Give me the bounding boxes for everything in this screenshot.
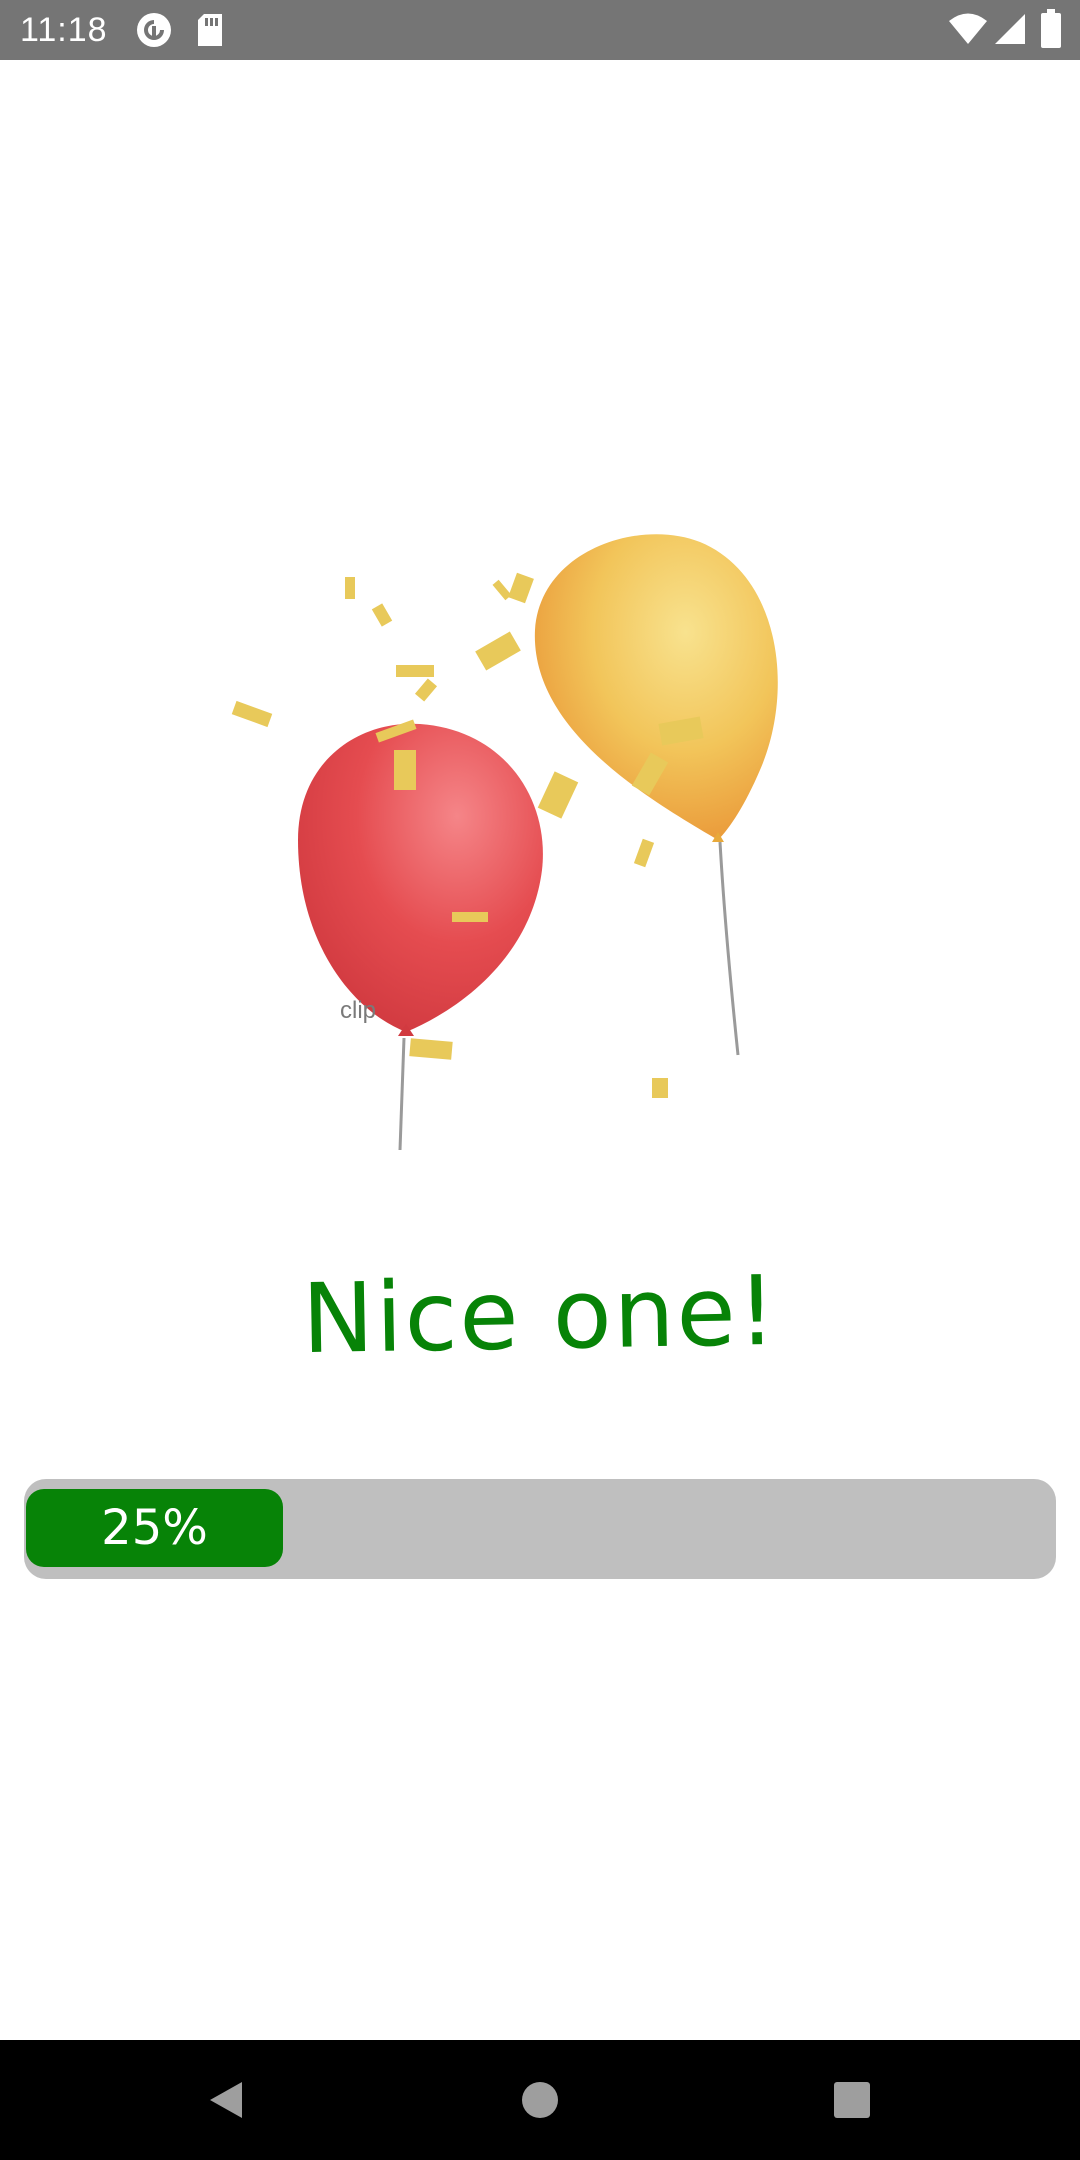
- back-button[interactable]: [196, 2070, 256, 2130]
- wifi-icon: [948, 12, 988, 50]
- recents-button[interactable]: [822, 2070, 882, 2130]
- balloons-illustration: clip: [220, 510, 820, 1160]
- progress-fill: 25%: [26, 1489, 283, 1567]
- pocket-casts-icon: [136, 12, 172, 52]
- back-icon: [210, 2082, 242, 2118]
- status-bar: 11:18: [0, 0, 1080, 60]
- progress-label: 25%: [101, 1500, 208, 1556]
- signal-icon: [993, 12, 1027, 50]
- sd-card-icon: [196, 12, 224, 52]
- watermark-text: clip: [340, 997, 376, 1024]
- navigation-bar: [0, 2040, 1080, 2160]
- home-button[interactable]: [510, 2070, 570, 2130]
- red-balloon: [298, 723, 543, 1036]
- recents-icon: [834, 2082, 870, 2118]
- home-icon: [522, 2082, 558, 2118]
- screen: 11:18 clip Nice one! 25%: [0, 0, 1080, 2160]
- progress-bar: 25%: [24, 1479, 1056, 1579]
- status-time: 11:18: [20, 11, 108, 49]
- battery-icon: [1040, 9, 1062, 53]
- success-message: Nice one!: [301, 1254, 779, 1376]
